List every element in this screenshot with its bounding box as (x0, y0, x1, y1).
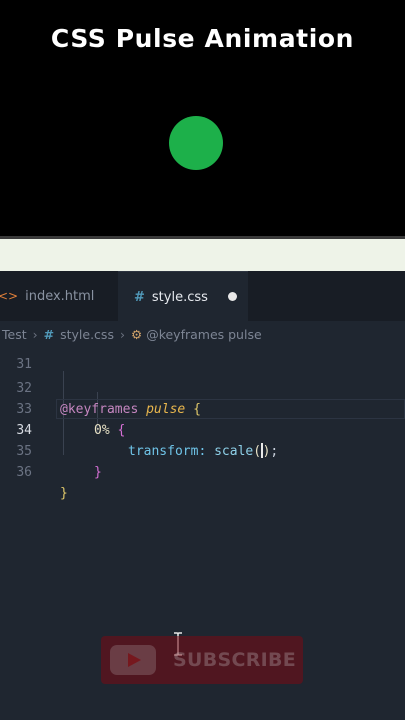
browser-preview-strip (0, 239, 405, 271)
code-editor: <> index.html # style.css Test › # style… (0, 271, 405, 720)
tab-label: index.html (25, 288, 95, 304)
youtube-play-icon (110, 645, 156, 675)
subscribe-overlay[interactable]: SUBSCRIBE (101, 636, 303, 684)
tab-style-css[interactable]: # style.css (118, 271, 248, 322)
line-number: 36 (16, 465, 32, 480)
tab-bar: <> index.html # style.css (0, 271, 405, 322)
code-line: 33 0% { (0, 378, 405, 438)
video-preview: CSS Pulse Animation (0, 0, 405, 238)
code-area[interactable]: 31 32 @keyframes pulse { 33 0% { 34 tran… (0, 347, 405, 656)
brace: } (60, 486, 68, 501)
code-line: 34 transform: scale(); (0, 399, 405, 459)
code-line: 31 (0, 333, 405, 372)
brace: } (94, 465, 102, 480)
tab-index-html[interactable]: <> index.html (0, 271, 118, 321)
unsaved-dot-icon[interactable] (228, 292, 237, 301)
code-line: 32 @keyframes pulse { (0, 357, 405, 417)
subscribe-label: SUBSCRIBE (173, 649, 297, 671)
code-line: 35 } (0, 420, 405, 480)
video-title: CSS Pulse Animation (50, 24, 355, 53)
code-line: 36 } (0, 441, 405, 501)
html-icon: <> (0, 289, 19, 303)
pulse-ball (169, 116, 223, 170)
tab-label: style.css (151, 289, 208, 305)
css-hash-icon: # (134, 289, 145, 305)
